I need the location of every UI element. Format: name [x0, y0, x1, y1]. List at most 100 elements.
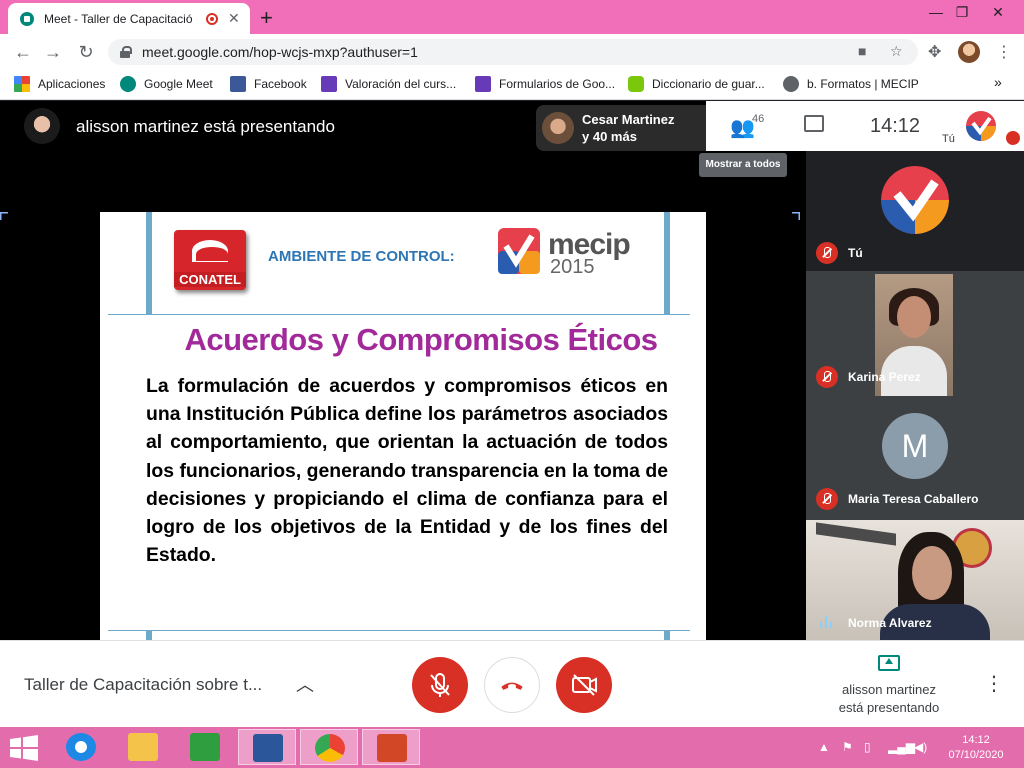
- bookmark-formatos-mecip[interactable]: b. Formatos | MECIP: [783, 76, 919, 92]
- system-clock[interactable]: 14:12 07/10/2020: [938, 733, 1014, 763]
- present-screen-icon[interactable]: [878, 655, 900, 671]
- initial-avatar: M: [882, 413, 948, 479]
- browser-menu-icon[interactable]: ⋮: [996, 42, 1012, 62]
- forms-icon: [475, 76, 491, 92]
- tile-name: Karina Perez: [848, 370, 921, 384]
- powerpoint-icon: [377, 734, 407, 762]
- taskbar-powerpoint[interactable]: [362, 729, 420, 765]
- bookmark-facebook[interactable]: Facebook: [230, 76, 307, 92]
- action-center-flag-icon[interactable]: ⚑: [842, 740, 853, 754]
- browser-tab[interactable]: Meet - Taller de Capacitació ✕: [8, 3, 250, 34]
- chrome-icon: [315, 734, 345, 762]
- address-bar[interactable]: meet.google.com/hop-wcjs-mxp?authuser=1 …: [108, 39, 918, 65]
- window-close-button[interactable]: ✕: [982, 2, 1014, 22]
- participant-tile-norma[interactable]: Norma Alvarez: [806, 520, 1024, 640]
- presenting-caption: está presentando: [838, 700, 940, 715]
- slide-footer-band: [146, 630, 670, 640]
- meet-favicon-icon: [20, 11, 34, 26]
- mic-off-icon: [816, 488, 838, 510]
- system-date: 07/10/2020: [948, 749, 1004, 761]
- meeting-title[interactable]: Taller de Capacitación sobre t...: [24, 675, 262, 695]
- tab-close-icon[interactable]: ✕: [228, 10, 240, 27]
- url-text[interactable]: meet.google.com/hop-wcjs-mxp?authuser=1: [142, 44, 418, 60]
- conatel-logo-text: CONATEL: [174, 272, 246, 287]
- taskbar-store[interactable]: [176, 729, 234, 765]
- presenter-avatar: [24, 108, 60, 144]
- chat-icon[interactable]: [804, 115, 824, 132]
- restore-button[interactable]: ❐: [946, 2, 978, 22]
- bookmark-valoracion[interactable]: Valoración del curs...: [321, 76, 456, 92]
- recording-indicator-icon: [206, 12, 218, 25]
- participants-preview[interactable]: Cesar Martinez y 40 más: [536, 105, 710, 151]
- taskbar-word[interactable]: [238, 729, 296, 765]
- bookmark-label: Formularios de Goo...: [499, 77, 616, 91]
- participant-avatar: [542, 112, 574, 144]
- tile-name: Norma Alvarez: [848, 616, 932, 630]
- mecip-year: 2015: [550, 256, 595, 278]
- toggle-camera-button[interactable]: [556, 657, 612, 713]
- tray-expand-icon[interactable]: ▲: [818, 740, 830, 754]
- forms-icon: [321, 76, 337, 92]
- bookmark-label: b. Formatos | MECIP: [807, 77, 919, 91]
- camera-off-icon: [572, 674, 597, 696]
- profile-avatar[interactable]: [958, 41, 980, 63]
- duolingo-icon: [628, 76, 644, 92]
- bookmark-diccionario[interactable]: Diccionario de guar...: [628, 76, 765, 92]
- slide-title: Acuerdos y Compromisos Éticos: [184, 322, 658, 357]
- reload-icon[interactable]: ↻: [75, 41, 97, 63]
- participant-tile-self[interactable]: Tú: [806, 151, 1024, 271]
- taskbar-chrome[interactable]: [300, 729, 358, 765]
- meet-call-area: alisson martinez está presentando Cesar …: [0, 101, 1024, 727]
- slide-divider: [108, 314, 690, 315]
- bookmarks-overflow-button[interactable]: »: [994, 74, 1002, 90]
- participant-more: y 40 más: [582, 129, 637, 144]
- leave-call-button[interactable]: [484, 657, 540, 713]
- new-tab-button[interactable]: +: [260, 5, 273, 31]
- presenting-name: alisson martinez: [842, 682, 936, 697]
- presenter-header: alisson martinez está presentando Cesar …: [0, 101, 806, 212]
- browser-tab-strip: Meet - Taller de Capacitació ✕ + — ❐ ✕: [0, 0, 1024, 34]
- bookmark-star-icon[interactable]: ☆: [890, 43, 903, 60]
- folder-icon: [128, 733, 158, 761]
- presenter-banner: alisson martinez está presentando: [76, 117, 335, 136]
- facebook-icon: [230, 76, 246, 92]
- hang-up-icon: [501, 682, 523, 690]
- self-tile-logo-icon: [881, 166, 949, 234]
- self-label: Tú: [942, 133, 955, 145]
- show-all-tooltip: Mostrar a todos: [699, 153, 787, 177]
- browser-toolbar: ← → ↻ meet.google.com/hop-wcjs-mxp?authu…: [0, 34, 1024, 70]
- forward-arrow-icon[interactable]: →: [42, 41, 64, 63]
- chevron-up-icon[interactable]: ︿: [296, 671, 314, 697]
- extensions-puzzle-icon[interactable]: ✥: [928, 42, 941, 62]
- globe-icon: [783, 76, 799, 92]
- volume-icon[interactable]: ◀): [914, 740, 927, 754]
- battery-icon[interactable]: ▯: [864, 740, 871, 754]
- back-arrow-icon[interactable]: ←: [12, 41, 34, 63]
- presenting-status[interactable]: alisson martinez está presentando: [818, 681, 960, 717]
- bookmark-formularios[interactable]: Formularios de Goo...: [475, 76, 615, 92]
- participant-tile-maria[interactable]: M Maria Teresa Caballero: [806, 396, 1024, 520]
- camera-blocked-icon[interactable]: ■: [858, 43, 866, 59]
- self-mic-off-icon: [1006, 131, 1020, 145]
- bookmark-apps[interactable]: Aplicaciones: [14, 76, 105, 92]
- network-signal-icon[interactable]: ▂▄▆: [888, 740, 915, 754]
- lock-icon[interactable]: [120, 46, 132, 58]
- speaking-indicator-icon: [820, 616, 834, 628]
- conatel-logo: CONATEL: [174, 230, 246, 290]
- tile-name: Tú: [848, 246, 863, 260]
- taskbar-internet-explorer[interactable]: [52, 729, 110, 765]
- self-avatar-logo-icon[interactable]: [966, 111, 996, 141]
- windows-start-icon[interactable]: [10, 735, 38, 761]
- participant-tile-karina[interactable]: Karina Perez: [806, 271, 1024, 396]
- slide-section-heading: AMBIENTE DE CONTROL:: [268, 248, 455, 265]
- more-options-icon[interactable]: ⋮: [984, 671, 1004, 696]
- participant-name: Cesar Martinez: [582, 112, 675, 127]
- bookmarks-bar: Aplicaciones Google Meet Facebook Valora…: [0, 70, 1024, 100]
- taskbar-file-explorer[interactable]: [114, 729, 172, 765]
- toggle-mic-button[interactable]: [412, 657, 468, 713]
- bookmark-label: Valoración del curs...: [345, 77, 457, 91]
- meet-icon: [120, 76, 136, 92]
- bookmark-google-meet[interactable]: Google Meet: [120, 76, 213, 92]
- windows-taskbar: ▲ ⚑ ▯ ▂▄▆ ◀) 14:12 07/10/2020: [0, 727, 1024, 768]
- tile-name: Maria Teresa Caballero: [848, 492, 979, 506]
